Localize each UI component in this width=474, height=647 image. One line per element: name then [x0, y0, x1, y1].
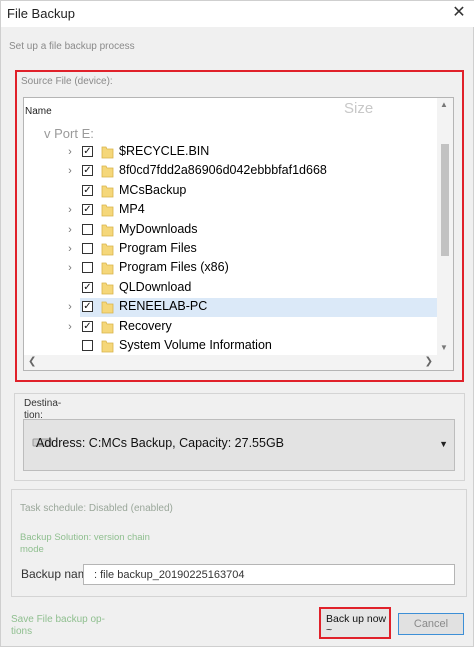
tree-row[interactable]: ✓ QLDownload: [24, 279, 438, 298]
back-up-now-label: Back up now ~: [326, 612, 387, 636]
source-label: Source File (device):: [21, 76, 113, 87]
chevron-right-icon[interactable]: ›: [64, 203, 76, 217]
column-header-size[interactable]: Size: [344, 100, 373, 117]
tree-row[interactable]: › Program Files (x86): [24, 259, 438, 278]
horizontal-scrollbar[interactable]: ❮ ❯: [24, 355, 453, 370]
folder-icon: [101, 204, 114, 217]
cancel-button[interactable]: Cancel: [398, 613, 464, 635]
tree-row-checkbox[interactable]: ✓: [82, 184, 93, 196]
tree-root-node[interactable]: v Port E:: [44, 126, 94, 141]
save-options-link[interactable]: Save File backup op-tions: [11, 614, 111, 638]
tree-row-label: Program Files (x86): [119, 260, 229, 275]
tree-row[interactable]: › MyDownloads: [24, 221, 438, 240]
vertical-scrollbar[interactable]: ▲ ▼: [437, 98, 453, 370]
tree-row-label: MyDownloads: [119, 221, 198, 236]
folder-icon: [101, 340, 114, 353]
tree-row-checkbox[interactable]: ✓: [82, 281, 93, 293]
destination-value: Address: C:MCs Backup, Capacity: 27.55GB: [36, 436, 285, 450]
folder-icon: [101, 185, 114, 198]
folder-icon: [101, 301, 114, 314]
folder-icon: [101, 224, 114, 236]
window-subtitle: Set up a file backup process: [9, 41, 135, 52]
backup-solution-link[interactable]: Backup Solution: version chain mode: [20, 532, 170, 556]
tree-row[interactable]: ✓ MCsBackup: [24, 182, 438, 201]
tree-row[interactable]: › ✓ Recovery: [24, 318, 438, 337]
tree-row[interactable]: › ✓ RENEELAB-PC: [68, 298, 438, 318]
folder-icon: [101, 165, 114, 178]
tree-row[interactable]: System Volume Information: [24, 337, 438, 356]
tree-row-label: Recovery: [119, 318, 172, 333]
tree-row-label: System Volume Information: [119, 338, 272, 352]
tree-row[interactable]: › ✓ $RECYCLE.BIN: [24, 143, 438, 162]
chevron-right-icon[interactable]: ›: [64, 223, 76, 237]
scroll-right-icon[interactable]: ❯: [425, 356, 433, 367]
task-schedule-link[interactable]: Task schedule: Disabled (enabled): [20, 503, 173, 514]
tree-row-checkbox[interactable]: [82, 223, 93, 235]
tree-row[interactable]: › ✓ MP4: [24, 201, 438, 220]
folder-icon: [101, 243, 114, 256]
source-file-tree[interactable]: Name Size v Port E: › ✓ $RECYCLE.BIN › ✓ 8f0c…: [23, 97, 454, 371]
chevron-right-icon[interactable]: ›: [64, 145, 76, 159]
tree-row-label: RENEELAB-PC: [119, 299, 208, 314]
scroll-up-icon[interactable]: ▲: [440, 100, 448, 109]
tree-row-checkbox[interactable]: ✓: [82, 146, 93, 157]
vertical-scroll-thumb[interactable]: [441, 144, 449, 256]
folder-icon: [101, 321, 114, 333]
tree-row-checkbox[interactable]: [82, 243, 93, 254]
title-bar: File Backup ✕: [1, 1, 474, 27]
chevron-down-icon[interactable]: ▼: [439, 439, 448, 449]
tree-row[interactable]: › ✓ 8f0cd7fdd2a86906d042ebbbfaf1d668: [24, 162, 438, 181]
tree-row-label: QLDownload: [119, 279, 192, 294]
column-header-name[interactable]: Name: [25, 106, 52, 117]
backup-name-input[interactable]: [83, 564, 455, 585]
chevron-right-icon[interactable]: ›: [64, 164, 76, 178]
chevron-right-icon[interactable]: ›: [64, 261, 76, 275]
tree-row-label: $RECYCLE.BIN: [119, 144, 210, 158]
folder-icon: [101, 146, 114, 159]
tree-row-label: Program Files: [119, 241, 197, 255]
tree-row-label: MCsBackup: [119, 182, 187, 197]
tree-row-checkbox[interactable]: ✓: [82, 301, 93, 313]
tree-row-label: MP4: [119, 202, 145, 217]
tree-row-checkbox[interactable]: [82, 262, 93, 274]
chevron-right-icon[interactable]: ›: [64, 242, 76, 256]
folder-icon: [101, 262, 114, 275]
tree-row-checkbox[interactable]: ✓: [82, 204, 93, 216]
scroll-left-icon[interactable]: ❮: [28, 356, 36, 367]
tree-row-label: 8f0cd7fdd2a86906d042ebbbfaf1d668: [119, 163, 327, 178]
folder-icon: [101, 282, 114, 295]
file-backup-window: File Backup ✕ Set up a file backup proce…: [0, 0, 474, 647]
destination-select[interactable]: Address: C:MCs Backup, Capacity: 27.55GB…: [23, 419, 455, 471]
tree-row-checkbox[interactable]: ✓: [82, 320, 93, 332]
tree-row-checkbox[interactable]: ✓: [82, 165, 93, 177]
window-title: File Backup: [7, 6, 75, 21]
tree-row[interactable]: › Program Files: [24, 240, 438, 259]
chevron-right-icon[interactable]: ›: [64, 300, 76, 314]
close-icon[interactable]: ✕: [449, 3, 469, 23]
chevron-right-icon[interactable]: ›: [64, 320, 76, 334]
tree-row-checkbox[interactable]: [82, 340, 93, 351]
scroll-down-icon[interactable]: ▼: [440, 343, 448, 352]
back-up-now-button[interactable]: Back up now ~: [319, 607, 391, 639]
